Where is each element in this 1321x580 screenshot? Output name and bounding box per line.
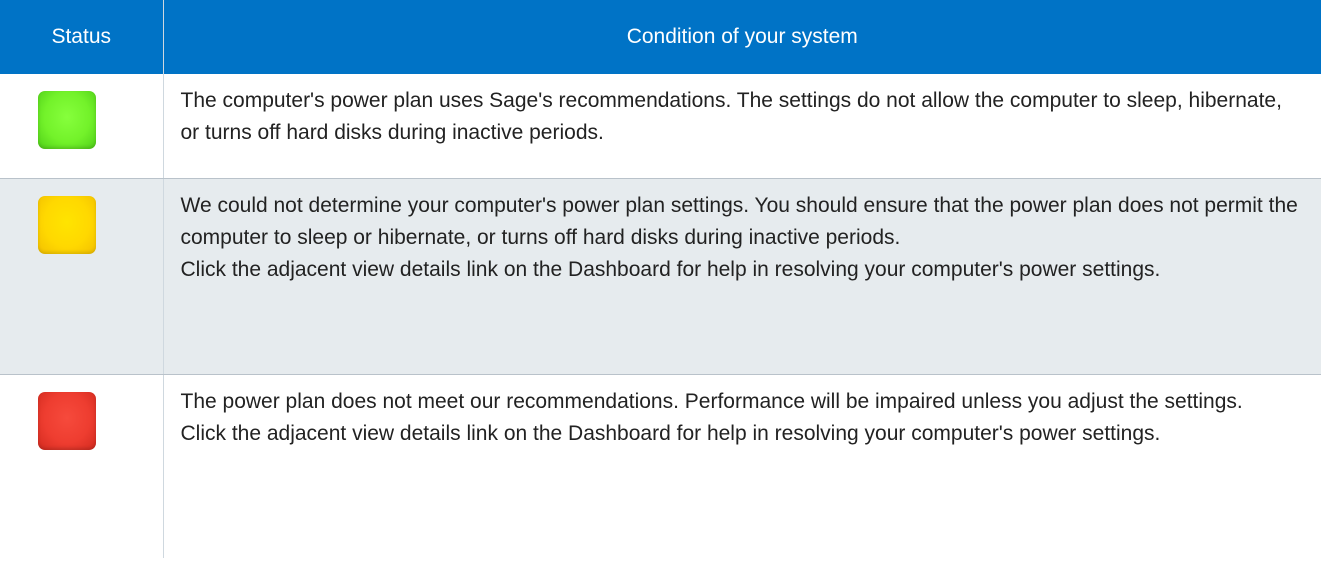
status-cell bbox=[0, 178, 164, 375]
condition-cell: The power plan does not meet our recomme… bbox=[163, 374, 1321, 558]
condition-column-header: Condition of your system bbox=[163, 0, 1321, 74]
status-cell bbox=[0, 74, 164, 179]
table-row: The power plan does not meet our recomme… bbox=[0, 374, 1321, 558]
power-plan-status-table: Status Condition of your system The comp… bbox=[0, 0, 1321, 558]
table-row: The computer's power plan uses Sage's re… bbox=[0, 74, 1321, 179]
table-row: We could not determine your computer's p… bbox=[0, 178, 1321, 375]
condition-text: The power plan does not meet our recomme… bbox=[180, 389, 1243, 413]
yellow-status-indicator bbox=[38, 195, 96, 254]
condition-cell: The computer's power plan uses Sage's re… bbox=[163, 74, 1321, 179]
green-status-indicator bbox=[38, 91, 96, 149]
status-column-header: Status bbox=[0, 0, 164, 74]
red-status-indicator bbox=[38, 391, 96, 450]
condition-text: We could not determine your computer's p… bbox=[180, 193, 1298, 249]
status-cell bbox=[0, 374, 164, 558]
condition-help-text: Click the adjacent view details link on … bbox=[180, 421, 1161, 445]
condition-cell: We could not determine your computer's p… bbox=[163, 178, 1321, 375]
condition-text: The computer's power plan uses Sage's re… bbox=[180, 89, 1282, 144]
condition-help-text: Click the adjacent view details link on … bbox=[180, 257, 1161, 281]
table-header-row: Status Condition of your system bbox=[0, 0, 1321, 74]
